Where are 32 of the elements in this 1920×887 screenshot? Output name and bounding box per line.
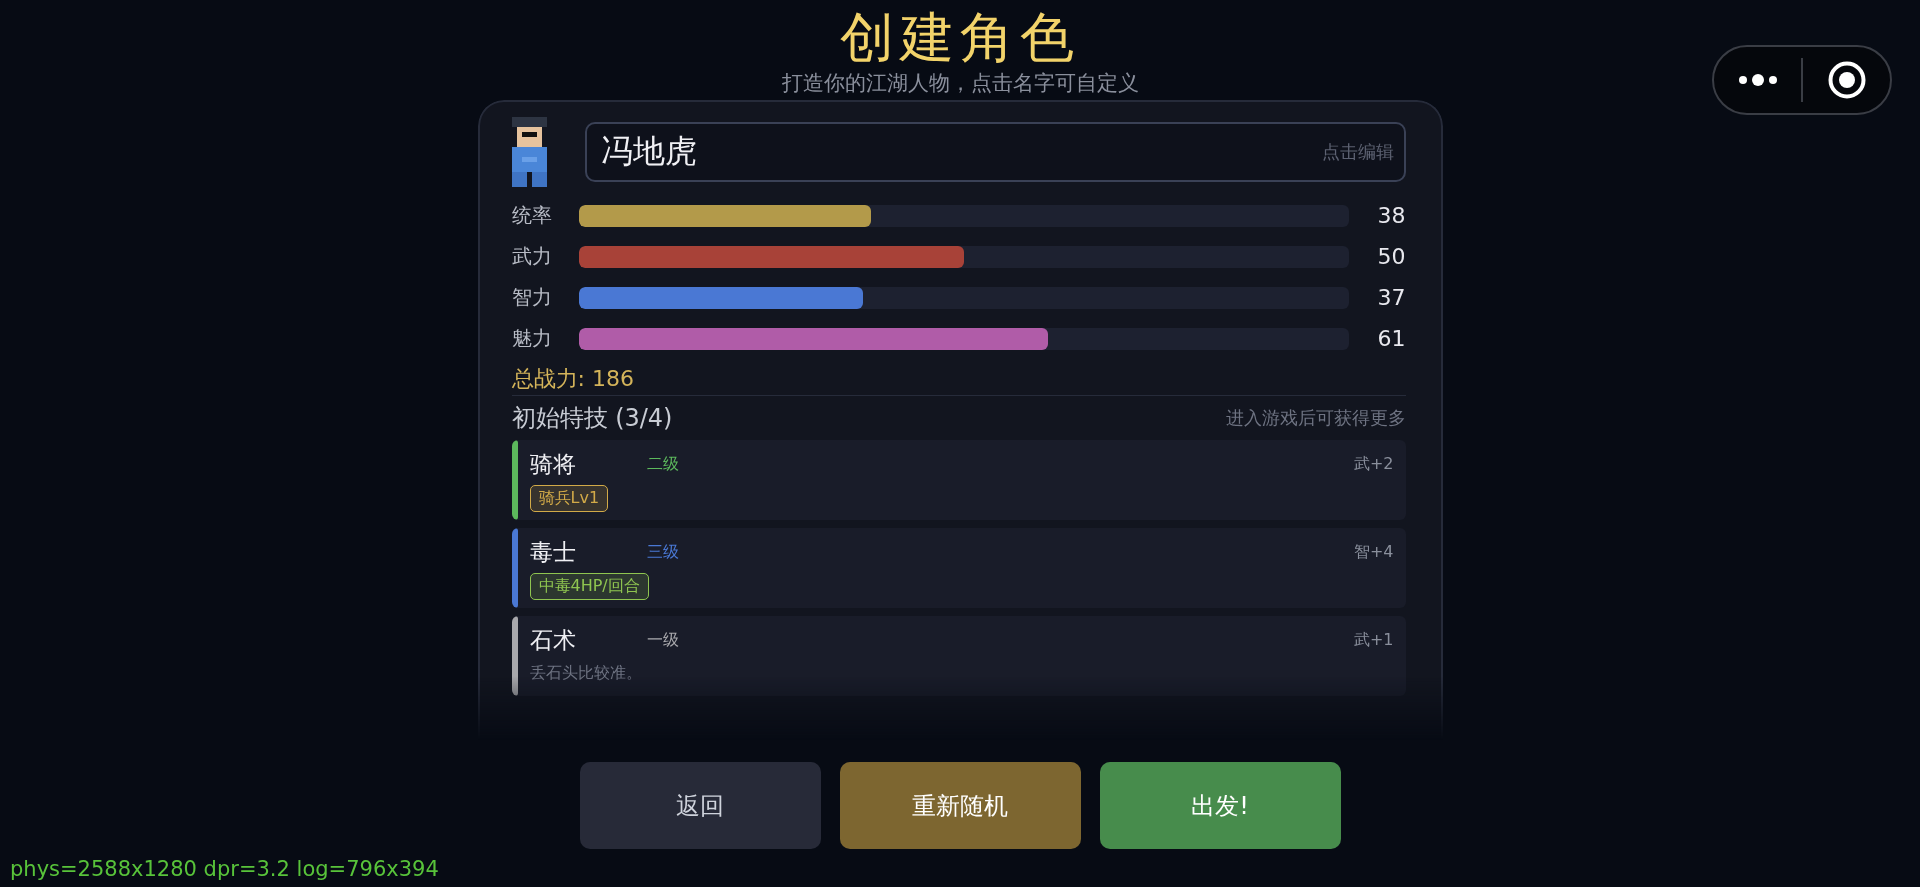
debug-text: phys=2588x1280 dpr=3.2 log=796x394 [10,857,439,881]
skills-note: 进入游戏后可获得更多 [1225,406,1406,430]
stat-label: 智力 [511,284,553,311]
close-icon[interactable] [1827,61,1866,99]
skill-tag: 骑兵Lv1 [529,485,609,512]
skill-name: 毒士 [529,537,577,567]
back-button[interactable]: 返回 [579,762,821,849]
tier-label: 三级 [646,541,679,563]
tier-label: 二级 [646,453,679,475]
skill-tag: 中毒4HP/回合 [529,573,649,600]
start-button[interactable]: 出发! [1099,762,1341,849]
stat-value: 37 [1376,285,1406,310]
page-subtitle: 打造你的江湖人物，点击名字可自定义 [781,70,1139,96]
total-power: 总战力: 186 [511,365,635,393]
stat-label: 武力 [511,243,553,270]
stat-value: 61 [1376,326,1406,351]
skill-description: 丢石头比较准。 [529,663,643,684]
page-title: 创建角色 [840,6,1080,70]
skills-heading: 初始特技 (3/4) [511,403,673,434]
skill-name: 石术 [529,625,577,655]
skill-bonus: 武+2 [1353,453,1394,475]
stat-label: 统率 [511,202,553,229]
stat-value: 38 [1376,203,1406,228]
stat-label: 魅力 [511,325,553,352]
skill-bonus: 武+1 [1353,629,1394,651]
name-field[interactable]: 冯地虎 点击编辑 [584,122,1406,182]
more-icon[interactable] [1738,73,1777,87]
stat-value: 50 [1376,244,1406,269]
skill-bonus: 智+4 [1353,541,1394,563]
tier-label: 一级 [646,629,679,651]
skill-name: 骑将 [529,449,577,479]
reroll-button[interactable]: 重新随机 [839,762,1081,849]
